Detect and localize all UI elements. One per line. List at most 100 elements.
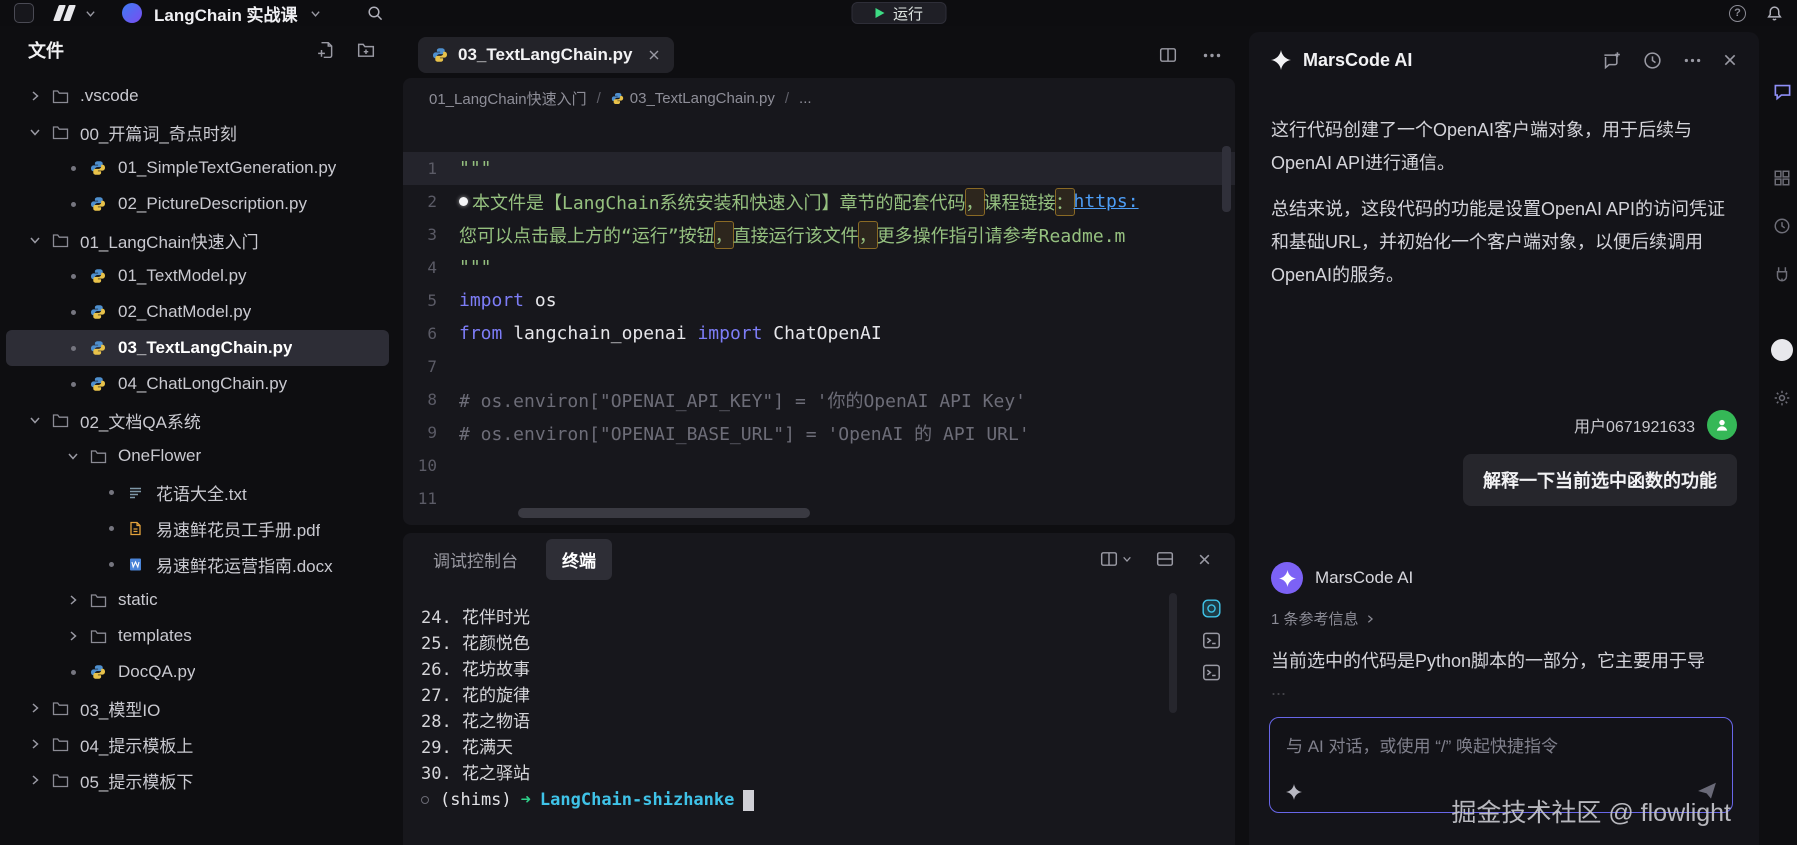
- file-tree: .vscode00_开篇词_奇点时刻01_SimpleTextGeneratio…: [0, 74, 395, 845]
- marscode-logo-icon: [1271, 50, 1291, 70]
- breadcrumb-item[interactable]: 03_TextLangChain.py: [611, 90, 775, 107]
- ai-panel-title: MarsCode AI: [1303, 50, 1412, 71]
- chevron-down-icon[interactable]: [310, 8, 321, 19]
- tree-item[interactable]: 03_模型IO: [6, 690, 389, 726]
- tree-item[interactable]: 01_LangChain快速入门: [6, 222, 389, 258]
- ai-chat-icon[interactable]: [1773, 82, 1792, 101]
- breadcrumb-separator: /: [785, 90, 789, 107]
- new-folder-icon[interactable]: [357, 41, 375, 59]
- chevron-right-icon: [26, 774, 44, 786]
- line-number: 11: [403, 489, 437, 508]
- tree-item[interactable]: 05_提示模板下: [6, 762, 389, 798]
- code-line[interactable]: 5import os: [403, 284, 1235, 317]
- tree-item[interactable]: 02_ChatModel.py: [6, 294, 389, 330]
- ai-paragraph: 这行代码创建了一个OpenAI客户端对象，用于后续与OpenAI API进行通信…: [1271, 114, 1737, 180]
- code-line[interactable]: 6from langchain_openai import ChatOpenAI: [403, 317, 1235, 350]
- terminal-session-icon[interactable]: [1202, 631, 1221, 650]
- marscode-logo-icon: [1286, 784, 1302, 800]
- close-icon[interactable]: [648, 49, 660, 61]
- close-panel-icon[interactable]: [1198, 553, 1211, 566]
- terminal-session-color-icon[interactable]: [1202, 599, 1221, 618]
- tree-item[interactable]: 易速鲜花员工手册.pdf: [6, 510, 389, 546]
- chevron-down-icon[interactable]: [85, 8, 96, 19]
- code-line[interactable]: 10: [403, 449, 1235, 482]
- reference-toggle[interactable]: 1 条参考信息: [1271, 608, 1737, 629]
- horizontal-scrollbar[interactable]: [518, 508, 810, 518]
- history-icon[interactable]: [1773, 217, 1791, 235]
- code-line[interactable]: 7: [403, 350, 1235, 383]
- tree-item[interactable]: static: [6, 582, 389, 618]
- new-file-icon[interactable]: [317, 41, 335, 59]
- python-icon: [611, 92, 624, 105]
- tree-item[interactable]: 花语大全.txt: [6, 474, 389, 510]
- breadcrumb-item[interactable]: ...: [799, 90, 812, 107]
- tree-item[interactable]: DocQA.py: [6, 654, 389, 690]
- more-actions-icon[interactable]: [1684, 58, 1701, 63]
- prompt-directory: LangChain-shizhanke: [540, 787, 734, 813]
- item-dot: [64, 166, 82, 171]
- breadcrumb-separator: /: [597, 90, 601, 107]
- line-number: 2: [403, 192, 437, 211]
- plugin-icon[interactable]: [1773, 265, 1791, 283]
- tree-item[interactable]: 01_TextModel.py: [6, 258, 389, 294]
- titlebar: LangChain 实战课 运行 ?: [0, 0, 1797, 26]
- code-line[interactable]: 4""": [403, 251, 1235, 284]
- code-area[interactable]: 1"""2本文件是【LangChain系统安装和快速入门】章节的配套代码，课程链…: [403, 118, 1235, 525]
- tree-item[interactable]: 01_SimpleTextGeneration.py: [6, 150, 389, 186]
- tree-item[interactable]: 02_PictureDescription.py: [6, 186, 389, 222]
- folder-icon: [90, 593, 108, 608]
- maximize-panel-icon[interactable]: [1156, 550, 1174, 568]
- ai-input-placeholder: 与 AI 对话，或使用 “/” 唤起快捷指令: [1270, 718, 1732, 771]
- folder-icon: [52, 125, 70, 140]
- folder-icon: [90, 629, 108, 644]
- tree-item[interactable]: 00_开篇词_奇点时刻: [6, 114, 389, 150]
- bell-icon[interactable]: [1766, 5, 1783, 22]
- ai-paragraph: 总结来说，这段代码的功能是设置OpenAI API的访问凭证和基础URL，并初始…: [1271, 193, 1737, 292]
- app-menu-icon[interactable]: [14, 3, 34, 23]
- run-label: 运行: [893, 3, 923, 24]
- account-avatar[interactable]: [1771, 339, 1793, 361]
- tree-item[interactable]: templates: [6, 618, 389, 654]
- tree-item[interactable]: .vscode: [6, 78, 389, 114]
- more-actions-icon[interactable]: [1203, 53, 1221, 58]
- code-line[interactable]: 9# os.environ["OPENAI_BASE_URL"] = 'Open…: [403, 416, 1235, 449]
- run-button[interactable]: 运行: [851, 2, 946, 24]
- folder-icon: [52, 233, 70, 248]
- editor-tab[interactable]: 03_TextLangChain.py: [418, 37, 674, 73]
- tree-item[interactable]: 04_ChatLongChain.py: [6, 366, 389, 402]
- tree-item[interactable]: OneFlower: [6, 438, 389, 474]
- terminal-line: 27. 花的旋律: [421, 683, 1235, 709]
- search-icon[interactable]: [367, 5, 384, 22]
- settings-gear-icon[interactable]: [1773, 389, 1791, 407]
- terminal-session-icon[interactable]: [1202, 663, 1221, 682]
- tree-item[interactable]: 易速鲜花运营指南.docx: [6, 546, 389, 582]
- vertical-scrollbar[interactable]: [1222, 146, 1231, 212]
- split-editor-icon[interactable]: [1159, 46, 1177, 64]
- workspace-name[interactable]: LangChain 实战课: [154, 1, 298, 26]
- code-line[interactable]: 3您可以点击最上方的“运行”按钮，直接运行该文件，更多操作指引请参考Readme…: [403, 218, 1235, 251]
- tree-item[interactable]: 03_TextLangChain.py: [6, 330, 389, 366]
- chevron-down-icon: [26, 414, 44, 426]
- breadcrumb-item[interactable]: 01_LangChain快速入门: [429, 88, 587, 109]
- ai-panel-header: MarsCode AI: [1271, 32, 1737, 88]
- user-message[interactable]: 解释一下当前选中函数的功能: [1463, 454, 1737, 506]
- code-line[interactable]: 8# os.environ["OPENAI_API_KEY"] = '你的Ope…: [403, 383, 1235, 416]
- terminal-output[interactable]: 24. 花伴时光25. 花颜悦色26. 花坊故事27. 花的旋律28. 花之物语…: [403, 585, 1235, 845]
- panel-tab-terminal[interactable]: 终端: [546, 539, 612, 580]
- prompt-arrow: ➜: [521, 787, 531, 813]
- tree-item[interactable]: 02_文档QA系统: [6, 402, 389, 438]
- code-line[interactable]: 2本文件是【LangChain系统安装和快速入门】章节的配套代码，课程链接：ht…: [403, 185, 1235, 218]
- help-icon[interactable]: ?: [1729, 5, 1746, 22]
- close-panel-icon[interactable]: [1723, 53, 1737, 67]
- split-panel-icon[interactable]: [1100, 550, 1132, 568]
- terminal-scrollbar[interactable]: [1169, 593, 1177, 713]
- tree-item[interactable]: 04_提示模板上: [6, 726, 389, 762]
- panel-tab-debug-console[interactable]: 调试控制台: [433, 547, 518, 572]
- extensions-icon[interactable]: [1773, 169, 1791, 187]
- assistant-name: MarsCode AI: [1315, 568, 1413, 588]
- command-decoration-icon: [421, 796, 429, 804]
- code-line[interactable]: 1""": [403, 152, 1235, 185]
- new-chat-icon[interactable]: [1602, 51, 1621, 70]
- folder-icon: [52, 773, 70, 788]
- history-icon[interactable]: [1643, 51, 1662, 70]
